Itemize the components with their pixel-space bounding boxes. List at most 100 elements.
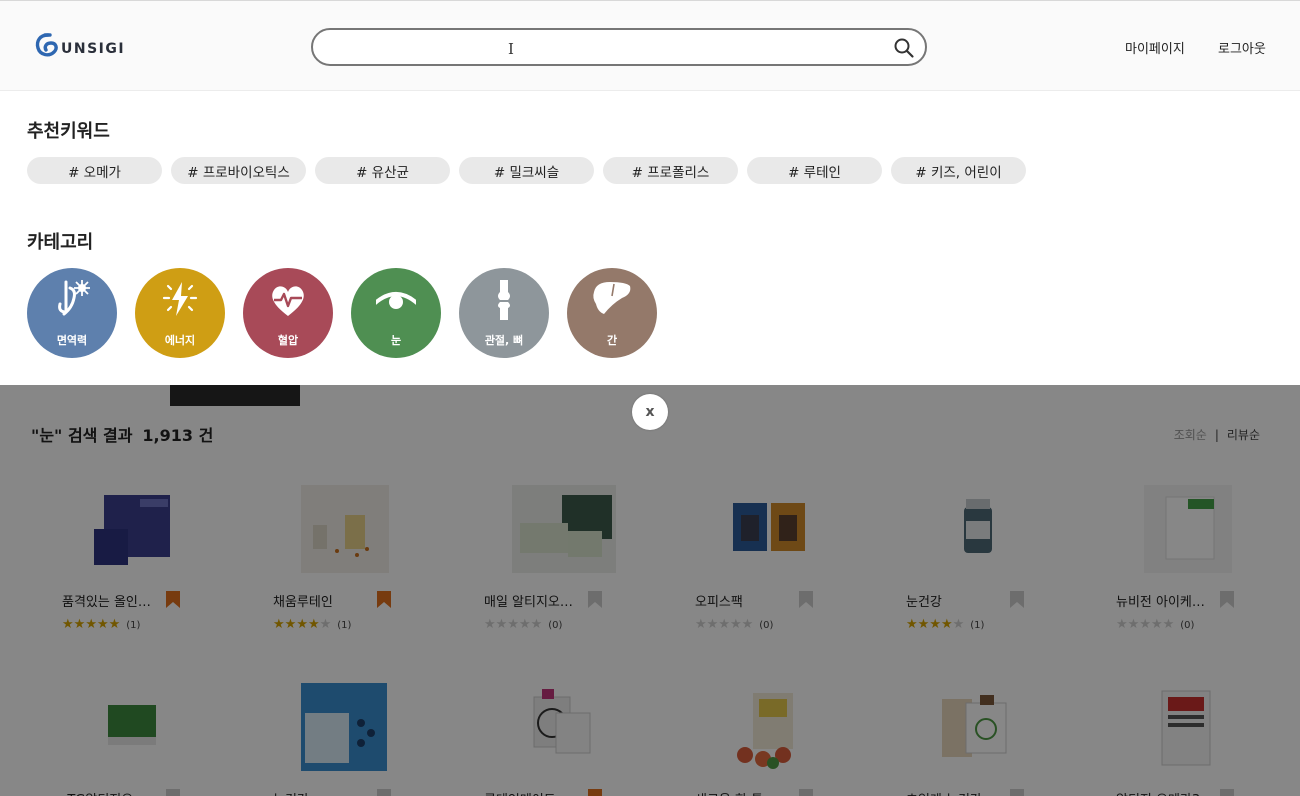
category-joint-bone[interactable]: 관절, 뼈 bbox=[459, 268, 549, 358]
star-icon: ★ bbox=[718, 617, 730, 632]
product-image[interactable] bbox=[301, 683, 405, 771]
product-name[interactable]: 새로운 한 통 bbox=[695, 789, 795, 796]
category-energy[interactable]: 에너지 bbox=[135, 268, 225, 358]
product-image[interactable] bbox=[301, 485, 405, 573]
keywords-title: 추천키워드 bbox=[27, 121, 110, 142]
product-name[interactable]: 알티지 오메가3 bbox=[1116, 789, 1216, 796]
close-button[interactable]: x bbox=[632, 394, 668, 430]
star-icon: ★ bbox=[741, 617, 754, 632]
product-image[interactable] bbox=[512, 485, 616, 573]
product-name[interactable]: 초임계 눈건강 bbox=[906, 789, 1006, 796]
product-image[interactable] bbox=[90, 683, 194, 771]
star-icon: ★ bbox=[62, 617, 74, 632]
star-icon: ★ bbox=[495, 617, 508, 632]
sort-reviews-button[interactable]: 리뷰순 bbox=[1227, 428, 1260, 442]
search-results: "눈" 검색 결과 1,913 건 조회순 | 리뷰순 품격있는 올인… ★★★★★ (1… bbox=[0, 385, 1300, 796]
bone-joint-icon bbox=[498, 280, 510, 320]
star-icon: ★ bbox=[284, 617, 297, 632]
star-rating: ★★★★★ (1) bbox=[62, 617, 140, 632]
category-label: 혈압 bbox=[277, 334, 299, 347]
product-image[interactable] bbox=[512, 683, 616, 771]
category-blood-pressure[interactable]: 혈압 bbox=[243, 268, 333, 358]
search-bar[interactable]: I bbox=[311, 28, 927, 66]
star-icon: ★ bbox=[319, 617, 332, 632]
product-name[interactable]: 눈건강 bbox=[906, 591, 1006, 610]
product-image[interactable] bbox=[1144, 683, 1248, 771]
star-rating: ★★★★★ (1) bbox=[273, 617, 351, 632]
star-rating: ★★★★★ (1) bbox=[906, 617, 984, 632]
product-image[interactable] bbox=[934, 485, 1038, 573]
category-label: 관절, 뼈 bbox=[484, 334, 524, 347]
category-label: 눈 bbox=[390, 334, 402, 347]
bookmark-icon[interactable] bbox=[799, 591, 813, 608]
sort-separator: | bbox=[1214, 428, 1219, 442]
keyword-chip[interactable]: # 유산균 bbox=[315, 157, 450, 184]
star-icon: ★ bbox=[108, 617, 121, 632]
search-input[interactable] bbox=[329, 30, 889, 64]
liver-icon bbox=[593, 282, 631, 314]
review-count: (1) bbox=[337, 620, 352, 631]
star-icon: ★ bbox=[1127, 617, 1140, 632]
star-icon: ★ bbox=[940, 617, 953, 632]
site-logo[interactable]: UNSIGI bbox=[34, 31, 125, 61]
bookmark-icon[interactable] bbox=[1220, 789, 1234, 796]
product-name[interactable]: rTG알티지오… bbox=[62, 789, 162, 796]
bookmark-icon[interactable] bbox=[1010, 789, 1024, 796]
product-name[interactable]: 눈건강 bbox=[273, 789, 373, 796]
product-name[interactable]: 매일 알티지오… bbox=[484, 591, 584, 610]
keyword-chip[interactable]: # 프로바이오틱스 bbox=[171, 157, 306, 184]
bookmark-icon[interactable] bbox=[377, 591, 391, 608]
product-image[interactable] bbox=[934, 683, 1038, 771]
star-icon: ★ bbox=[906, 617, 918, 632]
top-header: UNSIGI I 마이페이지 로그아웃 bbox=[0, 0, 1300, 91]
bookmark-icon[interactable] bbox=[377, 789, 391, 796]
product-name[interactable]: 품격있는 올인… bbox=[62, 591, 162, 610]
category-eye[interactable]: 눈 bbox=[351, 268, 441, 358]
star-rating: ★★★★★ (0) bbox=[1116, 617, 1194, 632]
keyword-chip[interactable]: # 오메가 bbox=[27, 157, 162, 184]
product-image[interactable] bbox=[723, 485, 827, 573]
bookmark-icon[interactable] bbox=[1010, 591, 1024, 608]
eye-icon bbox=[376, 292, 416, 309]
review-count: (1) bbox=[126, 620, 141, 631]
star-icon: ★ bbox=[85, 617, 97, 632]
star-icon: ★ bbox=[1116, 617, 1128, 632]
category-immune[interactable]: 면역력 bbox=[27, 268, 117, 358]
product-image[interactable] bbox=[90, 485, 194, 573]
category-liver[interactable]: 간 bbox=[567, 268, 657, 358]
product-name[interactable]: 채움루테인 bbox=[273, 591, 373, 610]
product-image[interactable] bbox=[1144, 485, 1248, 573]
keyword-chip[interactable]: # 루테인 bbox=[747, 157, 882, 184]
star-icon: ★ bbox=[729, 617, 742, 632]
product-name[interactable]: 뉴비전 아이케… bbox=[1116, 591, 1216, 610]
star-rating: ★★★★★ (0) bbox=[695, 617, 773, 632]
result-query: "눈" 검색 결과 bbox=[31, 426, 133, 445]
bookmark-icon[interactable] bbox=[1220, 591, 1234, 608]
product-image[interactable] bbox=[723, 683, 827, 771]
banner-image bbox=[170, 385, 300, 406]
star-icon: ★ bbox=[1162, 617, 1175, 632]
search-icon[interactable] bbox=[893, 37, 915, 59]
keyword-list: # 오메가 # 프로바이오틱스 # 유산균 # 밀크씨슬 # 프로폴리스 # 루… bbox=[27, 157, 1026, 184]
category-label: 에너지 bbox=[164, 334, 196, 347]
bookmark-icon[interactable] bbox=[588, 789, 602, 796]
keyword-chip[interactable]: # 프로폴리스 bbox=[603, 157, 738, 184]
bookmark-icon[interactable] bbox=[166, 591, 180, 608]
bookmark-icon[interactable] bbox=[166, 789, 180, 796]
keyword-chip[interactable]: # 밀크씨슬 bbox=[459, 157, 594, 184]
logout-link[interactable]: 로그아웃 bbox=[1218, 38, 1266, 57]
sort-options: 조회순 | 리뷰순 bbox=[1174, 426, 1260, 443]
bookmark-icon[interactable] bbox=[799, 789, 813, 796]
star-icon: ★ bbox=[929, 617, 941, 632]
review-count: (0) bbox=[759, 620, 774, 631]
product-name[interactable]: 루테인메이트 bbox=[484, 789, 584, 796]
bookmark-icon[interactable] bbox=[588, 591, 602, 608]
star-icon: ★ bbox=[952, 617, 965, 632]
product-name[interactable]: 오피스팩 bbox=[695, 591, 795, 610]
mypage-link[interactable]: 마이페이지 bbox=[1125, 38, 1185, 57]
star-icon: ★ bbox=[706, 617, 719, 632]
categories-title: 카테고리 bbox=[27, 232, 94, 253]
keyword-chip[interactable]: # 키즈, 어린이 bbox=[891, 157, 1026, 184]
star-icon: ★ bbox=[1139, 617, 1151, 632]
sort-views-button[interactable]: 조회순 bbox=[1174, 428, 1207, 442]
